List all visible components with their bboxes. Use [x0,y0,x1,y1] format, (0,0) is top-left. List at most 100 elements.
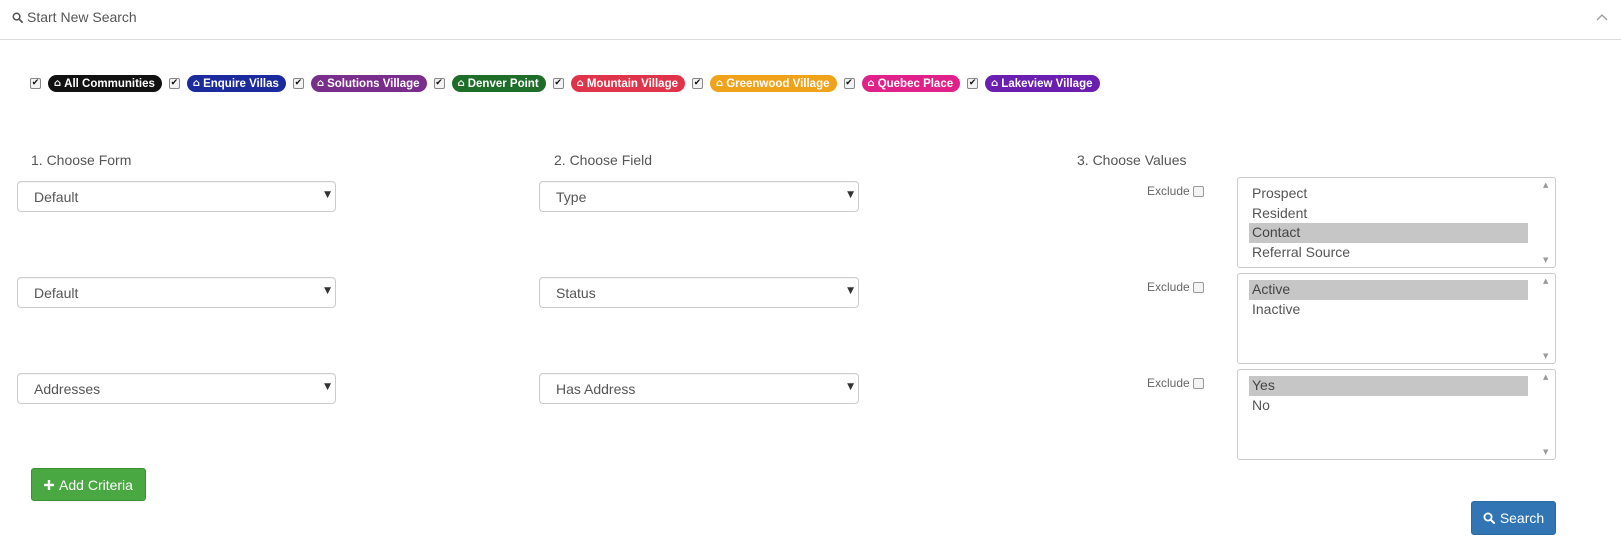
form-select-value: Default [34,189,79,205]
field-select[interactable]: Has Address ▼ [539,373,859,404]
home-icon: ⌂ [576,78,584,89]
listbox-scrollbar[interactable]: ▲ ▼ [1540,370,1555,459]
listbox-scrollbar[interactable]: ▲ ▼ [1540,178,1555,267]
community-badge[interactable]: ⌂ All Communities [48,75,162,92]
value-option[interactable]: Resident [1249,204,1528,224]
scroll-down-icon[interactable]: ▼ [1543,352,1548,360]
field-select-value: Type [556,189,587,205]
community-label: Solutions Village [327,77,420,90]
community-filter-bar: ⌂All Communities⌂Enquire Villas⌂Solution… [30,75,1107,92]
community-item: ⌂Lakeview Village [967,75,1100,92]
exclude-checkbox[interactable] [1192,377,1204,389]
exclude-control: Exclude [1147,280,1204,294]
community-label: Quebec Place [877,77,954,90]
community-badge[interactable]: ⌂ Quebec Place [861,75,961,92]
collapse-toggle[interactable] [1593,8,1611,26]
scroll-down-icon[interactable]: ▼ [1543,256,1548,264]
field-select-value: Has Address [556,381,636,397]
exclude-control: Exclude [1147,376,1204,390]
value-option[interactable]: Referral Source [1249,243,1528,263]
exclude-label: Exclude [1147,184,1190,198]
listbox-scrollbar[interactable]: ▲ ▼ [1540,274,1555,363]
form-select[interactable]: Default ▼ [17,277,336,308]
values-listbox[interactable]: Prospect Resident Contact Referral Source ▲ ▼ [1237,177,1556,268]
exclude-control: Exclude [1147,184,1204,198]
value-option[interactable]: Contact [1249,223,1528,243]
community-checkbox[interactable] [433,78,445,89]
value-option[interactable]: Yes [1249,376,1528,396]
search-panel-header[interactable]: Start New Search [0,0,1621,40]
caret-down-icon: ▼ [847,190,854,200]
home-icon: ⌂ [867,78,875,89]
caret-down-icon: ▼ [324,286,331,296]
community-item: ⌂Quebec Place [843,75,961,92]
caret-down-icon: ▼ [847,382,854,392]
form-select[interactable]: Default ▼ [17,181,336,212]
choose-field-label: 2. Choose Field [554,152,653,168]
community-item: ⌂Greenwood Village [692,75,837,92]
scroll-down-icon[interactable]: ▼ [1543,448,1548,456]
community-badge[interactable]: ⌂ Greenwood Village [710,75,837,92]
values-listbox[interactable]: Active Inactive ▲ ▼ [1237,273,1556,364]
community-badge[interactable]: ⌂ Mountain Village [570,75,686,92]
community-checkbox[interactable] [552,78,564,89]
community-item: ⌂Enquire Villas [168,75,286,92]
community-checkbox[interactable] [692,78,704,89]
form-select-value: Default [34,285,79,301]
community-label: Greenwood Village [726,77,830,90]
value-option[interactable]: Active [1249,280,1528,300]
exclude-label: Exclude [1147,376,1190,390]
home-icon: ⌂ [54,78,62,89]
community-badge[interactable]: ⌂ Solutions Village [310,75,427,92]
values-listbox[interactable]: Yes No ▲ ▼ [1237,369,1556,460]
community-label: Lakeview Village [1001,77,1093,90]
search-icon [12,12,23,23]
search-label: Search [1499,510,1545,526]
exclude-checkbox[interactable] [1192,281,1204,293]
exclude-label: Exclude [1147,280,1190,294]
community-label: Mountain Village [586,77,679,90]
home-icon: ⌂ [316,78,325,89]
value-option[interactable]: Inactive [1249,300,1528,320]
community-checkbox[interactable] [967,78,979,89]
community-badge[interactable]: ⌂ Lakeview Village [985,75,1100,92]
community-item: ⌂Solutions Village [292,75,427,92]
community-item: ⌂Mountain Village [552,75,686,92]
community-label: Denver Point [467,77,539,90]
community-badge[interactable]: ⌂ Denver Point [451,75,546,92]
home-icon: ⌂ [457,78,465,89]
community-checkbox[interactable] [843,78,855,89]
caret-down-icon: ▼ [324,190,331,200]
form-select-value: Addresses [34,381,101,397]
field-select[interactable]: Type ▼ [539,181,859,212]
search-button[interactable]: Search [1471,501,1556,535]
chevron-up-icon [1596,13,1608,21]
values-options: Yes No [1249,376,1528,415]
field-select[interactable]: Status ▼ [539,277,859,308]
community-checkbox[interactable] [168,78,180,89]
caret-down-icon: ▼ [324,382,331,392]
add-criteria-label: Add Criteria [59,476,133,493]
form-select[interactable]: Addresses ▼ [17,373,336,404]
scroll-up-icon[interactable]: ▲ [1543,277,1548,285]
home-icon: ⌂ [716,78,724,89]
scroll-up-icon[interactable]: ▲ [1543,373,1548,381]
add-criteria-button[interactable]: Add Criteria [31,468,146,501]
value-option[interactable]: No [1249,396,1528,416]
community-label: Enquire Villas [203,77,279,90]
panel-title-text: Start New Search [27,9,137,25]
scroll-up-icon[interactable]: ▲ [1543,181,1548,189]
home-icon: ⌂ [991,78,999,89]
choose-form-label: 1. Choose Form [31,152,132,168]
community-checkbox[interactable] [30,78,41,89]
value-option[interactable]: Prospect [1249,184,1528,204]
community-item: ⌂All Communities [30,75,162,92]
home-icon: ⌂ [192,78,201,89]
values-options: Prospect Resident Contact Referral Source [1249,184,1528,262]
community-checkbox[interactable] [292,78,304,89]
community-item: ⌂Denver Point [433,75,546,92]
values-options: Active Inactive [1249,280,1528,319]
exclude-checkbox[interactable] [1192,185,1204,197]
community-badge[interactable]: ⌂ Enquire Villas [186,75,286,92]
caret-down-icon: ▼ [847,286,854,296]
